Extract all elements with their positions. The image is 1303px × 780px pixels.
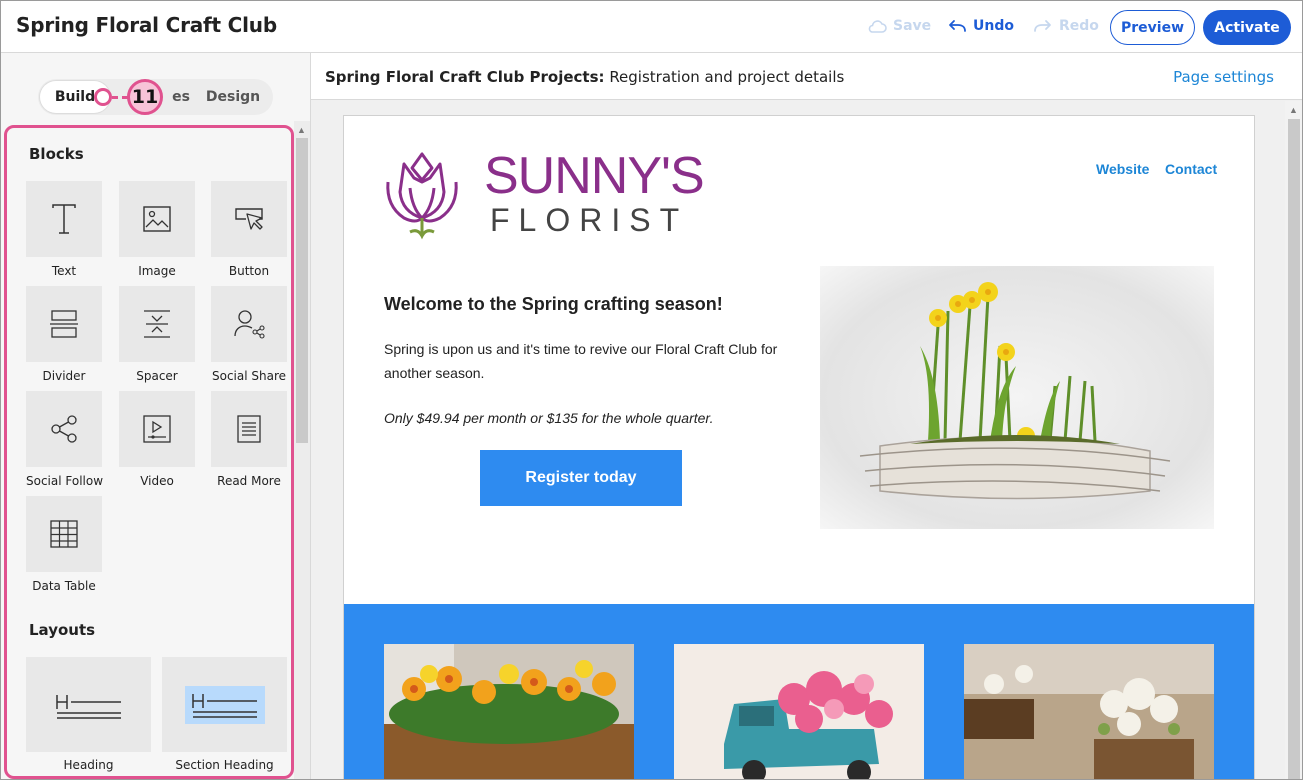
social-follow-icon [51, 415, 77, 443]
sidebar-scroll-thumb[interactable] [296, 138, 308, 443]
blocks-panel-highlight: Blocks Text Image Button Divider Spacer … [4, 125, 294, 779]
block-video[interactable]: Video [119, 391, 195, 488]
page-name-bold: Spring Floral Craft Club Projects: [325, 68, 605, 86]
cloud-icon [868, 20, 887, 33]
block-spacer[interactable]: Spacer [119, 286, 195, 383]
activate-button[interactable]: Activate [1203, 10, 1291, 45]
callout-number-badge: 11 [127, 79, 163, 115]
layout-label: Heading [63, 758, 114, 772]
redo-arrow-icon [1034, 20, 1051, 32]
welcome-heading[interactable]: Welcome to the Spring crafting season! [384, 294, 723, 315]
intro-paragraph[interactable]: Spring is upon us and it's time to reviv… [384, 337, 784, 385]
toy-truck-image [674, 644, 924, 779]
price-text[interactable]: Only $49.94 per month or $135 for the wh… [384, 410, 713, 426]
block-label: Text [51, 264, 77, 278]
top-toolbar: Spring Floral Craft Club Save Undo Redo … [1, 1, 1302, 53]
website-link[interactable]: Website [1096, 161, 1149, 177]
block-data-table[interactable]: Data Table [26, 496, 102, 593]
hero-image[interactable] [820, 266, 1214, 529]
section-heading-layout-icon [184, 685, 265, 724]
crate-flowers-photo[interactable] [964, 644, 1214, 779]
block-divider[interactable]: Divider [26, 286, 102, 383]
undo-arrow-icon [949, 20, 966, 32]
block-label: Data Table [32, 579, 96, 593]
block-text[interactable]: Text [26, 181, 102, 278]
image-icon [143, 206, 171, 232]
callout-marker-dot [94, 88, 112, 106]
block-read-more[interactable]: Read More [211, 391, 287, 488]
video-icon [143, 415, 171, 443]
divider-icon [50, 310, 78, 338]
brand-name: SUNNY'S [484, 147, 705, 205]
save-button[interactable]: Save [867, 18, 931, 34]
heading-layout-icon [55, 694, 121, 719]
redo-button[interactable]: Redo [1033, 18, 1099, 34]
layout-heading[interactable]: Heading [26, 657, 151, 772]
block-button[interactable]: Button [211, 181, 287, 278]
left-sidebar: Build es Design 11 ▲ Blocks Text Image B… [1, 53, 311, 779]
page-name: Spring Floral Craft Club Projects: Regis… [325, 68, 844, 86]
scroll-up-arrow-icon[interactable]: ▲ [1289, 105, 1298, 115]
block-label: Social Follow [26, 474, 104, 488]
canvas-scroll-thumb[interactable] [1288, 119, 1300, 779]
block-label: Video [140, 474, 174, 488]
save-label: Save [893, 18, 932, 34]
block-label: Image [138, 264, 176, 278]
marigold-planter-photo[interactable] [384, 644, 634, 779]
block-label: Spacer [136, 369, 178, 383]
layout-label: Section Heading [175, 758, 274, 772]
callout-connector [112, 96, 128, 99]
email-preview: SUNNY'S FLORIST Website Contact Welcome … [343, 115, 1255, 779]
block-image[interactable]: Image [119, 181, 195, 278]
undo-button[interactable]: Undo [947, 18, 1014, 34]
page-name-rest: Registration and project details [609, 68, 845, 86]
marigold-image [384, 644, 634, 779]
text-icon [52, 204, 76, 234]
read-more-icon [237, 415, 261, 443]
canvas-scrollbar[interactable]: ▲ [1285, 101, 1302, 779]
block-social-follow[interactable]: Social Follow [26, 391, 104, 488]
contact-link[interactable]: Contact [1165, 161, 1217, 177]
block-label: Button [228, 264, 270, 278]
layout-section-heading[interactable]: Section Heading [162, 657, 287, 772]
button-cursor-icon [235, 208, 263, 230]
brand-subtitle: FLORIST [490, 202, 689, 238]
page-header: Spring Floral Craft Club Projects: Regis… [311, 53, 1302, 100]
editor-canvas: Spring Floral Craft Club Projects: Regis… [311, 53, 1302, 779]
layouts-heading: Layouts [29, 621, 96, 639]
register-button[interactable]: Register today [480, 450, 682, 506]
wooden-crate-image [964, 644, 1214, 779]
truck-flowers-photo[interactable] [674, 644, 924, 779]
tab-design[interactable]: Design [198, 79, 268, 115]
campaign-title[interactable]: Spring Floral Craft Club [16, 13, 277, 37]
spacer-icon [144, 310, 170, 338]
redo-label: Redo [1059, 18, 1099, 34]
undo-label: Undo [973, 18, 1014, 34]
blocks-heading: Blocks [29, 145, 84, 163]
app-window: Spring Floral Craft Club Save Undo Redo … [0, 0, 1303, 780]
tulip-logo-icon [386, 152, 458, 240]
daffodil-planter-image [859, 282, 1171, 500]
page-settings-link[interactable]: Page settings [1173, 68, 1274, 86]
scroll-up-arrow-icon[interactable]: ▲ [297, 125, 306, 135]
block-social-share[interactable]: Social Share [211, 286, 287, 383]
social-share-icon [234, 310, 265, 339]
block-label: Read More [217, 474, 281, 488]
block-label: Divider [42, 369, 86, 383]
block-label: Social Share [211, 369, 287, 383]
preview-button[interactable]: Preview [1110, 10, 1195, 45]
photo-section [344, 604, 1254, 779]
data-table-icon [50, 520, 78, 548]
